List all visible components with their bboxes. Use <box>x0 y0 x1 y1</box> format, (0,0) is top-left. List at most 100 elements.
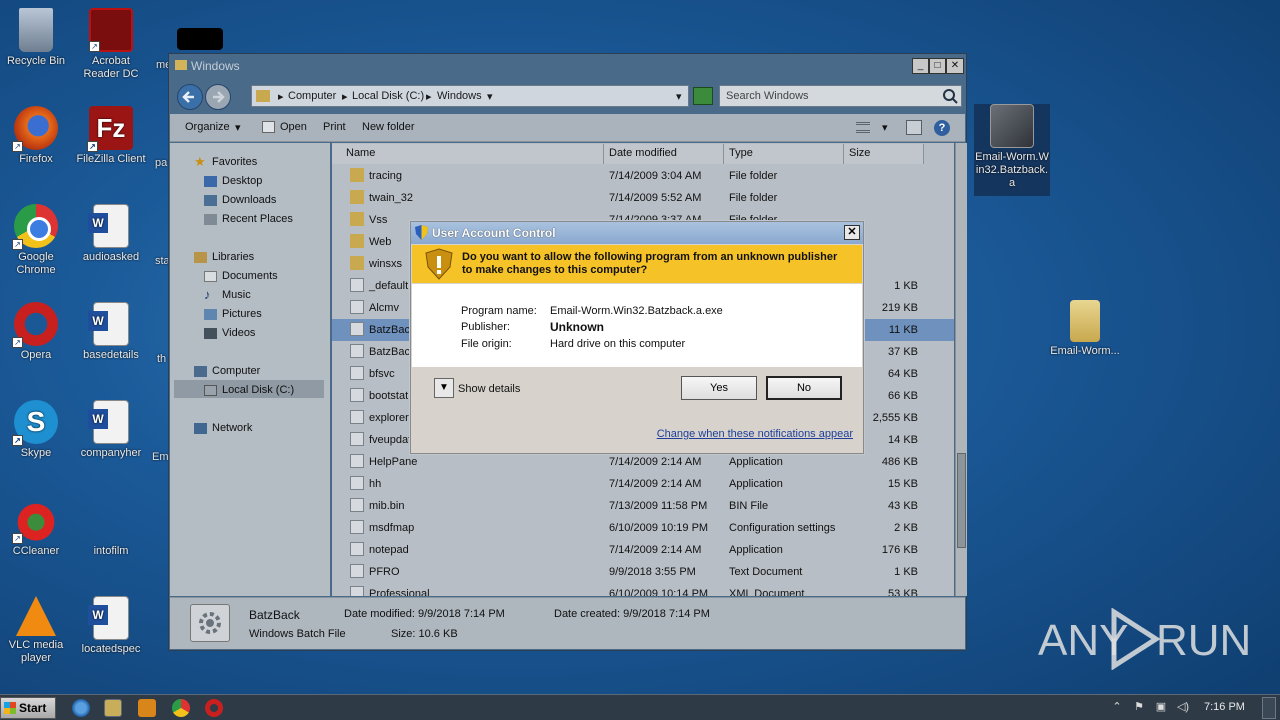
desktop-icon-skype[interactable]: S ↗ Skype <box>0 400 74 460</box>
media-player-icon[interactable] <box>138 699 156 717</box>
search-icon[interactable] <box>941 87 959 105</box>
publisher-value: Unknown <box>550 320 604 334</box>
file-icon <box>350 344 364 358</box>
nav-music[interactable]: ♪ Music <box>204 287 251 302</box>
vertical-scrollbar[interactable] <box>955 143 967 596</box>
new-folder-button[interactable]: New folder <box>362 121 415 133</box>
desktop-icon-opera[interactable]: ↗ Opera <box>0 302 74 362</box>
chevron-down-icon[interactable]: ▾ <box>487 90 493 103</box>
word-document-icon: W <box>88 596 129 640</box>
desktop-icon-vlc[interactable]: VLC media player <box>0 596 74 665</box>
print-button[interactable]: Print <box>323 121 346 133</box>
desktop-icon-email-worm-folder[interactable]: Email-Worm... <box>1047 300 1123 358</box>
column-date-modified[interactable]: Date modified <box>604 144 724 164</box>
breadcrumb-separator-icon[interactable]: ▸ <box>426 90 432 103</box>
nav-desktop[interactable]: Desktop <box>204 175 262 187</box>
start-label: Start <box>19 701 47 715</box>
nav-videos[interactable]: Videos <box>204 327 255 339</box>
desktop-icon-hidden[interactable] <box>162 28 238 53</box>
minimize-button[interactable]: _ <box>912 58 929 74</box>
file-icon <box>350 564 364 578</box>
file-type: XML Document <box>729 588 805 596</box>
opera-taskbar-icon[interactable] <box>205 699 223 717</box>
forward-button[interactable] <box>205 84 231 110</box>
nav-favorites[interactable]: ★ Favorites <box>194 154 257 169</box>
close-icon[interactable]: ✕ <box>844 225 860 240</box>
desktop-icon-recycle-bin[interactable]: Recycle Bin <box>0 8 74 68</box>
file-row[interactable]: HelpPane 7/14/2009 2:14 AM Application 486 … <box>332 451 954 473</box>
nav-downloads[interactable]: Downloads <box>204 194 276 206</box>
chevron-down-icon[interactable]: ▾ <box>882 121 888 134</box>
forward-arrow-icon <box>213 91 225 103</box>
show-details-label[interactable]: Show details <box>458 383 520 395</box>
column-size[interactable]: Size <box>844 144 924 164</box>
preview-pane-icon[interactable] <box>906 120 922 135</box>
desktop-icon-audioasked[interactable]: W audioasked <box>73 204 149 264</box>
flag-tray-icon[interactable]: ⚑ <box>1132 700 1146 714</box>
yes-button[interactable]: Yes <box>681 376 757 400</box>
view-options-icon[interactable] <box>856 122 870 133</box>
start-button[interactable]: Start <box>0 697 56 719</box>
desktop-icon-acrobat[interactable]: ↗ Acrobat Reader DC <box>73 8 149 81</box>
clock[interactable]: 7:16 PM <box>1204 701 1245 713</box>
column-type[interactable]: Type <box>724 144 844 164</box>
desktop-icon-ccleaner[interactable]: ↗ CCleaner <box>0 498 74 558</box>
nav-computer[interactable]: Computer <box>194 365 260 377</box>
column-name[interactable]: Name <box>332 144 604 164</box>
address-bar[interactable]: ▸ Computer ▸ Local Disk (C:) ▸ Windows ▾… <box>251 85 689 107</box>
desktop-icon-chrome[interactable]: ↗ Google Chrome <box>0 204 74 277</box>
help-icon[interactable]: ? <box>934 120 950 136</box>
show-hidden-icons-icon[interactable]: ⌃ <box>1110 700 1124 714</box>
close-button[interactable]: ✕ <box>946 58 964 74</box>
breadcrumb-separator-icon[interactable]: ▸ <box>342 90 348 103</box>
file-icon <box>350 520 364 534</box>
file-row[interactable]: tracing 7/14/2009 3:04 AM File folder <box>332 165 954 187</box>
show-details-toggle[interactable]: ▼ <box>434 378 454 398</box>
no-button[interactable]: No <box>766 376 842 400</box>
nav-documents[interactable]: Documents <box>204 270 278 282</box>
history-dropdown-icon[interactable]: ▾ <box>676 90 682 103</box>
desktop-icon-basedetails[interactable]: W basedetails <box>73 302 149 362</box>
file-row[interactable]: hh 7/14/2009 2:14 AM Application 15 KB <box>332 473 954 495</box>
file-row[interactable]: mib.bin 7/13/2009 11:58 PM BIN File 43 KB <box>332 495 954 517</box>
chevron-down-icon[interactable]: ▾ <box>235 121 241 134</box>
nav-network[interactable]: Network <box>194 422 252 434</box>
breadcrumb-windows[interactable]: Windows <box>437 90 482 102</box>
search-input[interactable]: Search Windows <box>719 85 962 107</box>
file-row[interactable]: Professional 6/10/2009 10:14 PM XML Docume… <box>332 583 954 596</box>
desktop-icon-filezilla[interactable]: Fz ↗ FileZilla Client <box>73 106 149 166</box>
desktop-icon-companyher[interactable]: W companyher <box>73 400 149 460</box>
network-tray-icon[interactable]: ▣ <box>1154 700 1168 714</box>
open-button[interactable]: Open <box>280 121 307 133</box>
explorer-taskbar-icon[interactable] <box>104 699 122 717</box>
refresh-icon[interactable] <box>693 87 713 105</box>
file-name: tracing <box>369 170 403 182</box>
desktop-icon-intofilm[interactable]: intofilm <box>73 498 149 558</box>
back-button[interactable] <box>177 84 203 110</box>
file-row[interactable]: PFRO 9/9/2018 3:55 PM Text Document 1 KB <box>332 561 954 583</box>
desktop-icon-email-worm-selected[interactable]: Email-Worm.Win32.Batzback.a <box>974 104 1050 196</box>
nav-recent-places[interactable]: Recent Places <box>204 213 293 225</box>
maximize-button[interactable]: □ <box>929 58 946 74</box>
desktop-icon-firefox[interactable]: ↗ Firefox <box>0 106 74 166</box>
nav-libraries[interactable]: Libraries <box>194 251 254 263</box>
breadcrumb-separator-icon[interactable]: ▸ <box>278 90 284 103</box>
chrome-taskbar-icon[interactable] <box>172 699 190 717</box>
file-row[interactable]: msdfmap 6/10/2009 10:19 PM Configuration s… <box>332 517 954 539</box>
volume-icon[interactable]: ◁) <box>1176 700 1190 714</box>
nav-pictures[interactable]: Pictures <box>204 308 262 320</box>
file-row[interactable]: notepad 7/14/2009 2:14 AM Application 176 K… <box>332 539 954 561</box>
anyrun-watermark: ANY RUN <box>1038 608 1251 672</box>
breadcrumb-computer[interactable]: Computer <box>288 90 336 102</box>
desktop-icon <box>204 176 217 187</box>
desktop-icon-locatedspec[interactable]: W locatedspec <box>73 596 149 656</box>
show-desktop-button[interactable] <box>1262 697 1276 719</box>
nav-local-disk[interactable]: Local Disk (C:) <box>204 384 294 396</box>
file-row[interactable]: twain_32 7/14/2009 5:52 AM File folder <box>332 187 954 209</box>
breadcrumb-local-disk[interactable]: Local Disk (C:) <box>352 90 424 102</box>
organize-button[interactable]: Organize <box>185 121 230 133</box>
videos-icon <box>204 328 217 339</box>
change-notifications-link[interactable]: Change when these notifications appear <box>657 428 853 440</box>
scrollbar-thumb[interactable] <box>957 453 966 548</box>
internet-explorer-icon[interactable] <box>72 699 90 717</box>
